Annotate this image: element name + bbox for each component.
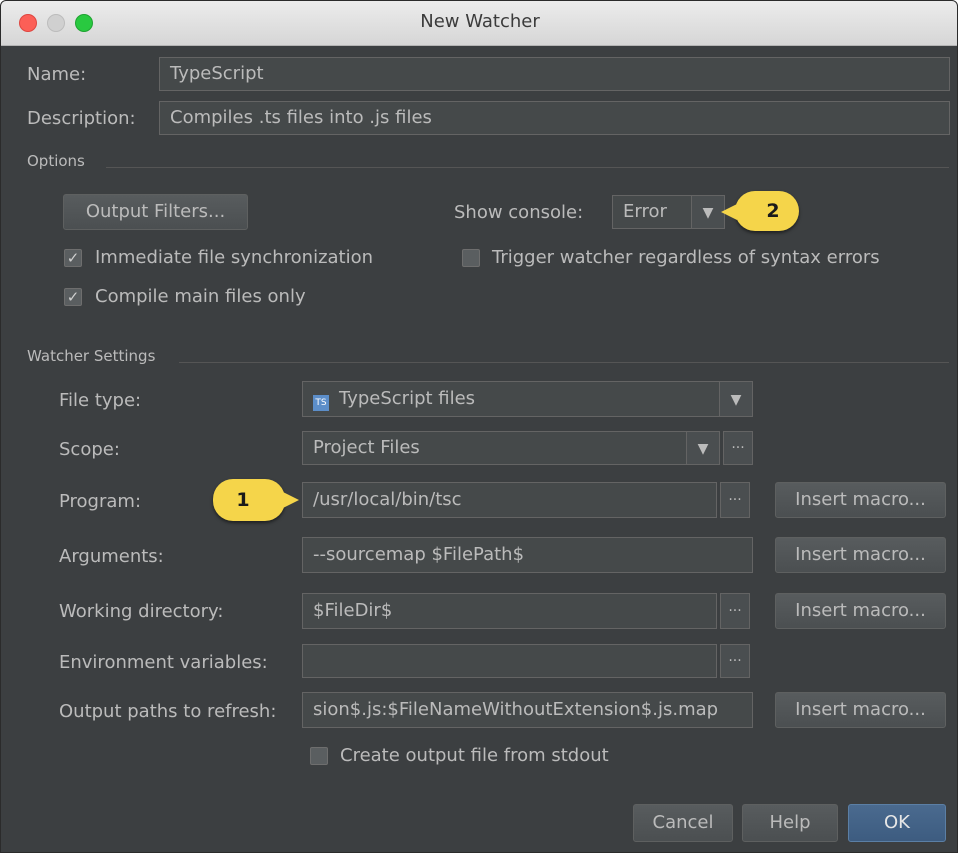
program-label: Program: <box>59 491 142 512</box>
output-paths-label: Output paths to refresh: <box>59 701 277 722</box>
scope-select[interactable]: Project Files ▼ <box>302 431 720 465</box>
cancel-button[interactable]: Cancel <box>633 804 733 842</box>
create-output-label: Create output file from stdout <box>340 745 609 766</box>
file-type-value: TypeScript files <box>339 388 476 409</box>
trigger-label: Trigger watcher regardless of syntax err… <box>492 247 880 268</box>
name-label: Name: <box>27 64 87 85</box>
working-directory-field[interactable]: $FileDir$ <box>302 593 717 629</box>
callout-one-pointer <box>283 492 299 508</box>
output-filters-button[interactable]: Output Filters... <box>63 194 248 230</box>
environment-variables-label: Environment variables: <box>59 652 268 673</box>
typescript-file-icon: TS <box>313 395 329 411</box>
title-bar: New Watcher <box>1 1 957 46</box>
name-field[interactable]: TypeScript <box>159 57 950 91</box>
scope-browse-button[interactable]: ··· <box>723 431 753 465</box>
program-browse-button[interactable]: ··· <box>720 482 750 518</box>
callout-one-number: 1 <box>236 489 250 511</box>
options-separator <box>106 167 949 168</box>
arguments-field[interactable]: --sourcemap $FilePath$ <box>302 537 753 573</box>
create-output-checkbox[interactable] <box>310 747 328 765</box>
ok-button[interactable]: OK <box>848 804 946 842</box>
output-paths-insert-macro-button[interactable]: Insert macro... <box>775 692 946 728</box>
working-directory-insert-macro-button[interactable]: Insert macro... <box>775 593 946 629</box>
arguments-insert-macro-button[interactable]: Insert macro... <box>775 537 946 573</box>
chevron-down-icon[interactable]: ▼ <box>686 431 720 465</box>
watcher-settings-section-title: Watcher Settings <box>27 347 156 365</box>
working-directory-label: Working directory: <box>59 601 224 622</box>
scope-label: Scope: <box>59 439 120 460</box>
program-insert-macro-button[interactable]: Insert macro... <box>775 482 946 518</box>
file-type-select[interactable]: TS TypeScript files ▼ <box>302 381 753 417</box>
chevron-down-icon[interactable]: ▼ <box>691 195 725 229</box>
program-field[interactable]: /usr/local/bin/tsc <box>302 482 717 518</box>
immediate-sync-label: Immediate file synchronization <box>95 247 374 268</box>
options-section-title: Options <box>27 152 85 170</box>
scope-value: Project Files <box>313 437 420 458</box>
working-directory-browse-button[interactable]: ··· <box>720 593 750 629</box>
chevron-down-icon[interactable]: ▼ <box>719 381 753 417</box>
description-field[interactable]: Compiles .ts files into .js files <box>159 101 950 135</box>
window-title: New Watcher <box>420 11 540 32</box>
callout-one: 1 <box>213 479 299 521</box>
callout-two-number: 2 <box>766 200 780 222</box>
trigger-checkbox[interactable] <box>462 249 480 267</box>
show-console-select[interactable]: Error ▼ <box>612 195 725 229</box>
show-console-label: Show console: <box>454 202 584 223</box>
show-console-value: Error <box>623 201 667 222</box>
new-watcher-dialog: New Watcher Name: TypeScript Description… <box>0 0 958 853</box>
description-label: Description: <box>27 108 136 129</box>
watcher-settings-separator <box>179 362 949 363</box>
help-button[interactable]: Help <box>742 804 838 842</box>
compile-main-label: Compile main files only <box>95 286 306 307</box>
callout-two: 2 <box>721 191 799 231</box>
immediate-sync-checkbox[interactable]: ✓ <box>64 249 82 267</box>
file-type-label: File type: <box>59 390 142 411</box>
environment-variables-field[interactable] <box>302 644 717 678</box>
environment-variables-browse-button[interactable]: ··· <box>720 644 750 678</box>
arguments-label: Arguments: <box>59 546 164 567</box>
compile-main-checkbox[interactable]: ✓ <box>64 288 82 306</box>
callout-two-pointer <box>721 204 737 220</box>
output-paths-field[interactable]: sion$.js:$FileNameWithoutExtension$.js.m… <box>302 692 753 728</box>
